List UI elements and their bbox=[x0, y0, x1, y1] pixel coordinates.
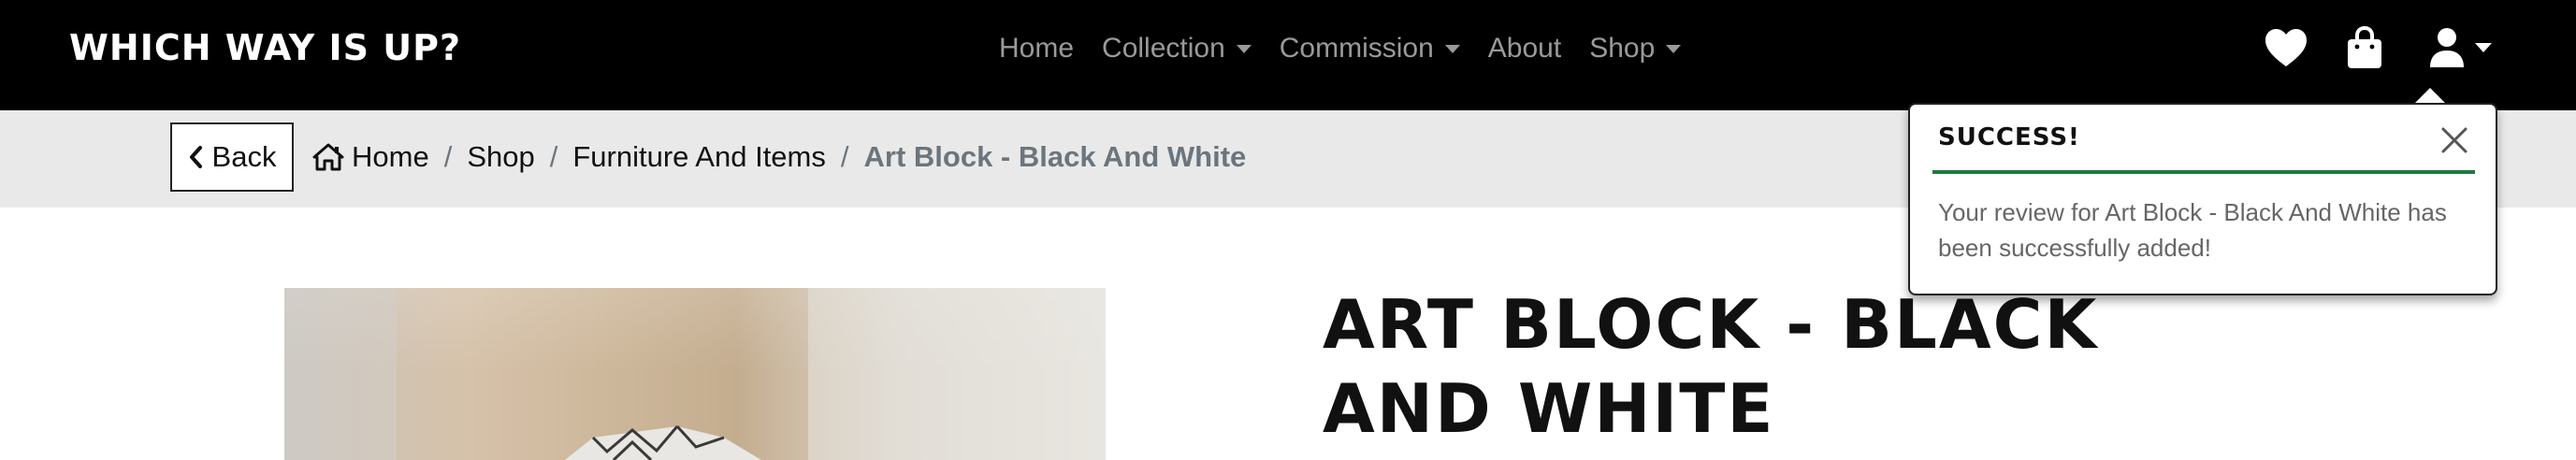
brand-logo[interactable]: WHICH WAY IS UP? bbox=[69, 26, 461, 69]
toast-message: Your review for Art Block - Black And Wh… bbox=[1938, 198, 2447, 262]
success-toast: Success! Your review for Art Block - Bla… bbox=[1908, 103, 2497, 295]
back-label: Back bbox=[211, 140, 277, 173]
toast-title: Success! bbox=[1938, 123, 2080, 151]
breadcrumb-home-label: Home bbox=[352, 140, 429, 173]
navbar: WHICH WAY IS UP? Home Collection Commiss… bbox=[0, 0, 2576, 110]
product-title: Art Block - Black And White bbox=[1323, 285, 2099, 448]
close-icon bbox=[2441, 127, 2467, 153]
nav-commission-label: Commission bbox=[1279, 33, 1434, 64]
nav-about-label: About bbox=[1487, 33, 1562, 64]
main-nav: Home Collection Commission About Shop bbox=[999, 28, 1709, 69]
wishlist-button[interactable] bbox=[2264, 22, 2308, 73]
toast-divider bbox=[1932, 170, 2475, 174]
shopping-bag-icon bbox=[2348, 26, 2381, 68]
close-button[interactable] bbox=[2439, 125, 2469, 160]
breadcrumb-separator: / bbox=[840, 140, 849, 173]
caret-down-icon bbox=[1444, 44, 1460, 53]
nav-commission-dropdown[interactable]: Commission bbox=[1280, 28, 1460, 69]
caret-down-icon bbox=[1236, 44, 1252, 53]
breadcrumb: Home / Shop / Furniture And Items / Art … bbox=[312, 137, 1246, 178]
product-image[interactable] bbox=[284, 288, 1106, 460]
product-photo bbox=[284, 288, 1106, 460]
cart-button[interactable] bbox=[2342, 22, 2387, 73]
caret-down-icon bbox=[2475, 43, 2492, 52]
back-button[interactable]: Back bbox=[170, 122, 294, 192]
nav-shop-label: Shop bbox=[1589, 33, 1656, 64]
user-icon bbox=[2430, 28, 2464, 67]
breadcrumb-separator: / bbox=[549, 140, 558, 173]
breadcrumb-home[interactable]: Home bbox=[312, 140, 429, 174]
chevron-left-icon bbox=[189, 146, 202, 168]
nav-shop-dropdown[interactable]: Shop bbox=[1589, 28, 1682, 69]
breadcrumb-furniture[interactable]: Furniture And Items bbox=[572, 140, 826, 174]
caret-down-icon bbox=[1666, 44, 1682, 53]
nav-home[interactable]: Home bbox=[999, 28, 1074, 69]
nav-home-label: Home bbox=[999, 33, 1075, 64]
nav-collection-label: Collection bbox=[1102, 33, 1225, 64]
account-dropdown[interactable] bbox=[2428, 22, 2492, 73]
nav-collection-dropdown[interactable]: Collection bbox=[1102, 28, 1252, 69]
breadcrumb-separator: / bbox=[443, 140, 453, 173]
home-icon bbox=[312, 143, 344, 171]
breadcrumb-current: Art Block - Black And White bbox=[863, 140, 1247, 173]
heart-icon bbox=[2265, 29, 2307, 66]
breadcrumb-shop[interactable]: Shop bbox=[467, 140, 534, 174]
nav-icons bbox=[2264, 22, 2492, 73]
nav-about[interactable]: About bbox=[1488, 28, 1561, 69]
